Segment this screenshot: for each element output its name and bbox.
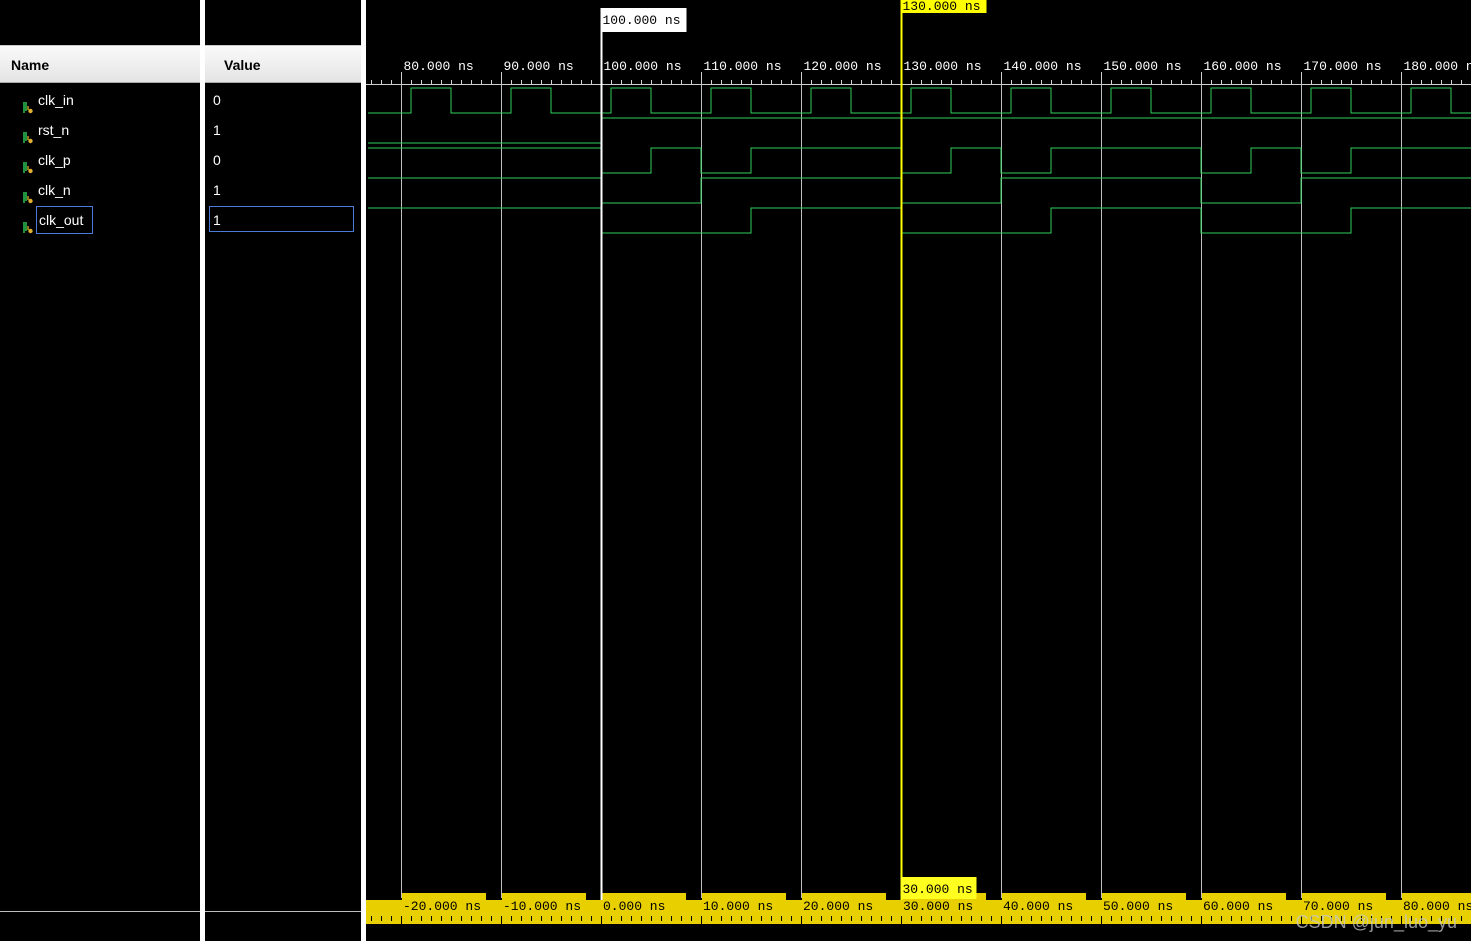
cursor-marker-label: 130.000 ns [903,0,981,14]
signal-bit-icon [22,94,34,114]
value-panel-divider [205,911,361,912]
top-time-label: 80.000 ns [404,59,474,74]
signal-row-clk_in[interactable]: clk_in [0,85,200,115]
signal-row-clk_n[interactable]: clk_n [0,175,200,205]
signal-row-clk_out[interactable]: clk_out [0,205,200,235]
signal-bit-icon [22,214,34,234]
value-row-clk_p[interactable]: 0 [205,145,361,175]
signal-name: clk_p [38,152,71,168]
signal-name: clk_out [36,206,94,234]
bottom-time-label: -20.000 ns [403,899,481,914]
signal-name: rst_n [38,122,70,138]
signal-name: clk_n [38,182,71,198]
bottom-time-label: 40.000 ns [1003,899,1073,914]
name-column-header[interactable]: Name [0,45,200,83]
signal-row-clk_p[interactable]: clk_p [0,145,200,175]
watermark: CSDN @jun_luo_yu [1295,912,1457,932]
waveform-panel[interactable]: 80.000 ns 90.000 ns 100.000 ns 110.000 ns 12… [366,0,1471,941]
top-time-label: 90.000 ns [504,59,574,74]
value-row-clk_in[interactable]: 0 [205,85,361,115]
signal-value: 1 [209,206,354,232]
bottom-time-label: -10.000 ns [503,899,581,914]
top-time-label: 100.000 ns [604,59,682,74]
waveform-clk_p[interactable] [368,147,1471,174]
top-time-label: 140.000 ns [1004,59,1082,74]
value-panel: Value 0 1 0 1 1 [205,0,361,941]
name-panel: Name clk_in rst_n clk_p clk_n clk_out [0,0,200,941]
bottom-time-label: 10.000 ns [703,899,773,914]
bottom-time-label: 30.000 ns [903,899,973,914]
top-time-label: 110.000 ns [704,59,782,74]
reference-marker-label: 100.000 ns [603,13,681,28]
signal-name: clk_in [38,92,74,108]
waveform-rst_n[interactable] [368,117,1471,144]
signal-bit-icon [22,124,34,144]
signal-row-rst_n[interactable]: rst_n [0,115,200,145]
waveform-canvas[interactable]: 80.000 ns 90.000 ns 100.000 ns 110.000 ns 12… [366,0,1471,941]
value-row-clk_n[interactable]: 1 [205,175,361,205]
waveform-clk_in[interactable] [368,87,1471,114]
bottom-time-label: 50.000 ns [1103,899,1173,914]
bottom-time-label: 60.000 ns [1203,899,1273,914]
top-time-label: 170.000 ns [1304,59,1382,74]
signal-bit-icon [22,154,34,174]
waveform-clk_out[interactable] [368,207,1471,234]
signal-value: 1 [213,182,221,198]
top-time-label: 130.000 ns [904,59,982,74]
value-row-rst_n[interactable]: 1 [205,115,361,145]
bottom-time-label: 0.000 ns [603,899,665,914]
waveform-clk_n[interactable] [368,177,1471,204]
signal-bit-icon [22,184,34,204]
signal-value: 0 [213,92,221,108]
top-time-label: 120.000 ns [804,59,882,74]
signal-value: 1 [213,122,221,138]
top-time-label: 150.000 ns [1104,59,1182,74]
name-panel-divider [0,911,200,912]
cursor-delta-label: 30.000 ns [903,882,973,897]
value-column-header[interactable]: Value [205,45,361,83]
top-time-label: 180.000 ns [1404,59,1471,74]
top-time-label: 160.000 ns [1204,59,1282,74]
bottom-time-label: 20.000 ns [803,899,873,914]
signal-value: 0 [213,152,221,168]
value-row-clk_out[interactable]: 1 [205,205,361,235]
